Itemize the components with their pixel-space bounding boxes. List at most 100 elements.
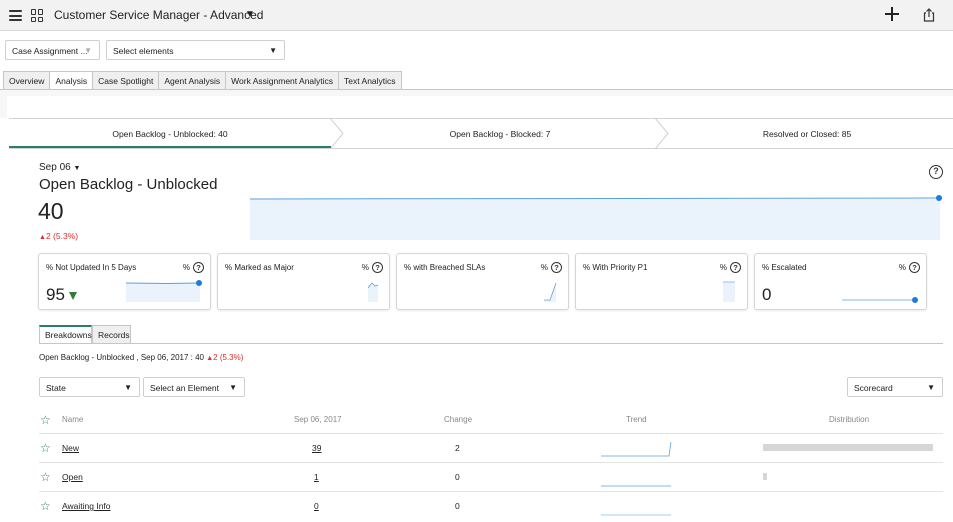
- share-icon[interactable]: [923, 8, 935, 22]
- help-icon[interactable]: ?: [929, 165, 943, 179]
- row-distribution-bar: [763, 444, 933, 451]
- indicator-title: Open Backlog - Unblocked: [39, 176, 218, 193]
- delta-value: 2 (5.3%): [45, 231, 79, 241]
- card-sparkline: [842, 297, 918, 303]
- card-unit: %: [540, 263, 548, 272]
- card-breached-slas[interactable]: % with Breached SLAs % ?: [396, 253, 569, 310]
- row-name-link[interactable]: New: [62, 443, 79, 453]
- chevron-down-icon: ▼: [927, 383, 935, 392]
- tab-agent-analysis[interactable]: Agent Analysis: [158, 71, 226, 90]
- row-name-link[interactable]: Open: [62, 472, 83, 482]
- breakdown-summary-text: Open Backlog - Unblocked , Sep 06, 2017 …: [39, 353, 204, 362]
- card-marked-major[interactable]: % Marked as Major % ?: [217, 253, 390, 310]
- row-value-link[interactable]: 39: [312, 443, 321, 453]
- elements-select-value: Select elements: [113, 46, 174, 56]
- star-icon[interactable]: ☆: [40, 500, 51, 512]
- row-divider: [39, 491, 943, 492]
- tab-analysis[interactable]: Analysis: [49, 71, 93, 90]
- chevron-down-icon: ▼: [229, 383, 237, 392]
- card-unit: %: [182, 263, 190, 272]
- indicator-stepper: Open Backlog - Unblocked: 40 Open Backlo…: [9, 118, 953, 149]
- indicator-sparkline: [250, 195, 942, 240]
- plus-icon[interactable]: [885, 7, 899, 21]
- card-sparkline: [368, 282, 379, 302]
- step-separator-icon: [655, 118, 669, 149]
- help-icon[interactable]: ?: [372, 262, 383, 273]
- row-change: 0: [455, 501, 460, 511]
- tab-overview[interactable]: Overview: [3, 71, 50, 90]
- column-header-change[interactable]: Change: [444, 415, 472, 424]
- dashboard-title[interactable]: Customer Service Manager - Advanced: [54, 8, 263, 22]
- tab-breakdowns[interactable]: Breakdowns: [39, 325, 92, 344]
- row-change: 2: [455, 443, 460, 453]
- indicator-value: 40: [38, 198, 64, 224]
- grid-icon[interactable]: [31, 9, 44, 22]
- card-title: % Escalated: [762, 263, 807, 272]
- element-select[interactable]: Select an Element ▼: [143, 377, 245, 397]
- state-select-value: State: [46, 383, 66, 393]
- row-distribution-bar: [763, 473, 767, 480]
- card-sparkline: [126, 280, 202, 302]
- step-unblocked[interactable]: Open Backlog - Unblocked: 40: [9, 119, 331, 148]
- row-change: 0: [455, 472, 460, 482]
- triangle-up-icon: ▲: [39, 234, 46, 241]
- row-trend-sparkline: [601, 485, 671, 487]
- scroll-fade: [0, 512, 953, 522]
- tab-text-analytics[interactable]: Text Analytics: [338, 71, 402, 90]
- triangle-down-icon: [69, 292, 77, 300]
- tab-records[interactable]: Records: [92, 325, 131, 344]
- card-sparkline: [544, 282, 557, 302]
- star-icon[interactable]: ☆: [40, 442, 51, 454]
- star-icon[interactable]: ☆: [40, 414, 51, 426]
- hamburger-icon[interactable]: [9, 10, 22, 21]
- indicator-delta: ▲2 (5.3%): [39, 231, 78, 241]
- card-title: % with Breached SLAs: [404, 263, 486, 272]
- star-icon[interactable]: ☆: [40, 471, 51, 483]
- breakdown-summary-delta: 2 (5.3%): [213, 353, 244, 362]
- row-divider: [39, 433, 943, 434]
- row-value-link[interactable]: 0: [314, 501, 319, 511]
- subtabs-divider: [39, 343, 943, 344]
- state-select[interactable]: State ▼: [39, 377, 140, 397]
- dashboard-select-value: Case Assignment ...: [12, 46, 88, 56]
- element-select-value: Select an Element: [150, 383, 219, 393]
- chevron-down-icon: ▼: [73, 165, 81, 172]
- card-not-updated[interactable]: % Not Updated In 5 Days % ? 95: [38, 253, 211, 310]
- card-escalated[interactable]: % Escalated % ? 0: [754, 253, 927, 310]
- step-resolved[interactable]: Resolved or Closed: 85: [669, 119, 945, 148]
- card-title: % With Priority P1: [583, 263, 648, 272]
- dashboard-select[interactable]: Case Assignment ... ▼: [5, 40, 100, 60]
- card-priority-p1[interactable]: % With Priority P1 % ?: [575, 253, 748, 310]
- card-unit: %: [898, 263, 906, 272]
- row-trend-sparkline: [601, 441, 672, 457]
- content-panel: [7, 96, 953, 118]
- tab-work-assignment-analytics[interactable]: Work Assignment Analytics: [225, 71, 339, 90]
- card-unit: %: [719, 263, 727, 272]
- card-value: 0: [762, 285, 772, 304]
- help-icon[interactable]: ?: [193, 262, 204, 273]
- help-icon[interactable]: ?: [730, 262, 741, 273]
- elements-select[interactable]: Select elements ▼: [106, 40, 285, 60]
- help-icon[interactable]: ?: [551, 262, 562, 273]
- tab-case-spotlight[interactable]: Case Spotlight: [92, 71, 159, 90]
- column-header-distribution: Distribution: [829, 415, 870, 424]
- row-name-link[interactable]: Awaiting Info: [62, 501, 111, 511]
- chevron-down-icon: ▼: [124, 383, 132, 392]
- help-icon[interactable]: ?: [909, 262, 920, 273]
- column-header-name[interactable]: Name: [62, 415, 83, 424]
- chevron-down-icon[interactable]: ▼: [245, 9, 255, 20]
- row-value-link[interactable]: 1: [314, 472, 319, 482]
- column-header-trend: Trend: [626, 415, 647, 424]
- row-divider: [39, 462, 943, 463]
- date-selector[interactable]: Sep 06 ▼: [39, 162, 80, 173]
- breakdown-summary: Open Backlog - Unblocked , Sep 06, 2017 …: [39, 353, 243, 362]
- step-blocked[interactable]: Open Backlog - Blocked: 7: [345, 119, 655, 148]
- chevron-down-icon: ▼: [269, 46, 277, 55]
- card-value: 95: [46, 285, 65, 304]
- active-step-indicator: [9, 146, 331, 148]
- card-title: % Not Updated In 5 Days: [46, 263, 137, 272]
- view-select-value: Scorecard: [854, 383, 893, 393]
- view-select[interactable]: Scorecard ▼: [847, 377, 943, 397]
- column-header-date[interactable]: Sep 06, 2017: [294, 415, 342, 424]
- chevron-down-icon: ▼: [84, 46, 92, 55]
